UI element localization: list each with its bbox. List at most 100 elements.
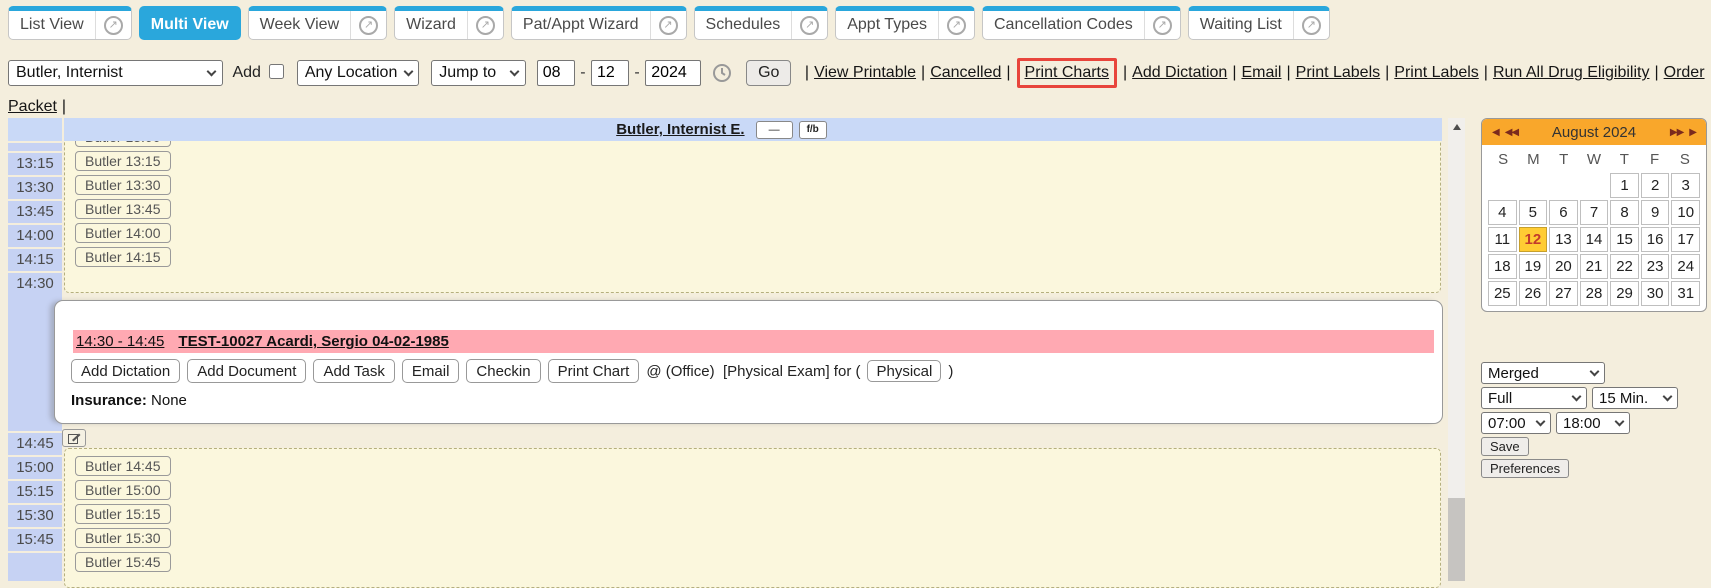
link-add-dictation[interactable]: Add Dictation — [1132, 64, 1227, 81]
checkin-button[interactable]: Checkin — [466, 359, 540, 383]
calendar-day-11[interactable]: 11 — [1488, 227, 1517, 252]
edit-slot-button[interactable] — [62, 429, 86, 447]
add-task-button[interactable]: Add Task — [313, 359, 394, 383]
calendar-day-13[interactable]: 13 — [1549, 227, 1578, 252]
appointment-patient-link[interactable]: TEST-10027 Acardi, Sergio 04-02-1985 — [178, 333, 448, 350]
preferences-button[interactable]: Preferences — [1481, 459, 1569, 478]
calendar-day-1[interactable]: 1 — [1610, 173, 1639, 198]
tab-wizard[interactable]: Wizard↗ — [394, 6, 504, 40]
minimize-button[interactable]: — — [756, 121, 793, 139]
tab-waiting-list[interactable]: Waiting List↗ — [1188, 6, 1330, 40]
add-dictation-button[interactable]: Add Dictation — [71, 359, 180, 383]
tab-icon-area[interactable]: ↗ — [1144, 11, 1180, 39]
tab-appt-types[interactable]: Appt Types↗ — [835, 6, 975, 40]
slot-button[interactable]: Butler 15:15 — [75, 504, 171, 524]
calendar-prev-month-icon[interactable]: ◀ — [1492, 127, 1499, 138]
slot-button[interactable]: Butler 14:00 — [75, 223, 171, 243]
calendar-day-30[interactable]: 30 — [1641, 281, 1670, 306]
calendar-day-16[interactable]: 16 — [1641, 227, 1670, 252]
location-select[interactable]: Any Location — [297, 60, 419, 86]
slot-button[interactable]: Butler 15:30 — [75, 528, 171, 548]
go-button[interactable]: Go — [746, 60, 791, 86]
calendar-day-3[interactable]: 3 — [1671, 173, 1700, 198]
vertical-scrollbar[interactable] — [1448, 118, 1465, 581]
tab-icon-area[interactable]: ↗ — [650, 11, 686, 39]
calendar-day-8[interactable]: 8 — [1610, 200, 1639, 225]
save-button[interactable]: Save — [1481, 437, 1529, 456]
day-end-select[interactable]: 18:00 — [1556, 412, 1630, 434]
calendar-day-15[interactable]: 15 — [1610, 227, 1639, 252]
calendar-day-10[interactable]: 10 — [1671, 200, 1700, 225]
interval-select[interactable]: 15 Min. — [1592, 387, 1678, 409]
calendar-day-19[interactable]: 19 — [1519, 254, 1548, 279]
jump-to-select[interactable]: Jump to — [431, 60, 526, 86]
calendar-day-29[interactable]: 29 — [1610, 281, 1639, 306]
calendar-day-7[interactable]: 7 — [1580, 200, 1609, 225]
appointment-type-button[interactable]: Physical — [867, 360, 941, 382]
link-run-all-drug-eligibility[interactable]: Run All Drug Eligibility — [1493, 64, 1650, 81]
calendar-day-26[interactable]: 26 — [1519, 281, 1548, 306]
slot-button[interactable]: Butler 15:00 — [75, 480, 171, 500]
add-document-button[interactable]: Add Document — [187, 359, 306, 383]
calendar-day-5[interactable]: 5 — [1519, 200, 1548, 225]
calendar-day-14[interactable]: 14 — [1580, 227, 1609, 252]
calendar-day-25[interactable]: 25 — [1488, 281, 1517, 306]
calendar-day-23[interactable]: 23 — [1641, 254, 1670, 279]
slot-button[interactable]: Butler 13:30 — [75, 175, 171, 195]
calendar-prev-year-icon[interactable]: ◀◀ — [1505, 127, 1518, 138]
date-month-input[interactable] — [537, 60, 575, 86]
tab-week-view[interactable]: Week View↗ — [248, 6, 387, 40]
calendar-next-year-icon[interactable]: ▶▶ — [1670, 127, 1683, 138]
tab-icon-area[interactable]: ↗ — [350, 11, 386, 39]
tab-cancellation-codes[interactable]: Cancellation Codes↗ — [982, 6, 1181, 40]
date-day-input[interactable] — [591, 60, 629, 86]
print-chart-button[interactable]: Print Chart — [548, 359, 640, 383]
tab-icon-area[interactable]: ↗ — [791, 11, 827, 39]
tab-multi-view[interactable]: Multi View — [139, 6, 241, 40]
calendar-day-9[interactable]: 9 — [1641, 200, 1670, 225]
slot-button[interactable]: Butler 13:45 — [75, 199, 171, 219]
clock-icon[interactable] — [712, 63, 732, 83]
view-mode-select[interactable]: Merged — [1481, 362, 1605, 384]
link-print-labels[interactable]: Print Labels — [1394, 64, 1479, 81]
tab-icon-area[interactable]: ↗ — [938, 11, 974, 39]
tab-icon-area[interactable]: ↗ — [1293, 11, 1329, 39]
link-print-labels[interactable]: Print Labels — [1296, 64, 1381, 81]
zoom-select[interactable]: Full — [1481, 387, 1587, 409]
slot-button[interactable]: Butler 13:15 — [75, 151, 171, 171]
calendar-day-6[interactable]: 6 — [1549, 200, 1578, 225]
tab-list-view[interactable]: List View↗ — [8, 6, 132, 40]
slot-button[interactable]: Butler 14:45 — [75, 456, 171, 476]
link-email[interactable]: Email — [1241, 64, 1281, 81]
date-year-input[interactable] — [645, 60, 701, 86]
calendar-day-22[interactable]: 22 — [1610, 254, 1639, 279]
link-print-charts[interactable]: Print Charts — [1025, 64, 1109, 81]
calendar-next-month-icon[interactable]: ▶ — [1689, 127, 1696, 138]
link-cancelled[interactable]: Cancelled — [930, 64, 1001, 81]
provider-select[interactable]: Butler, Internist — [8, 60, 223, 86]
calendar-day-28[interactable]: 28 — [1580, 281, 1609, 306]
tab-schedules[interactable]: Schedules↗ — [694, 6, 829, 40]
day-start-select[interactable]: 07:00 — [1481, 412, 1551, 434]
tab-icon-area[interactable]: ↗ — [467, 11, 503, 39]
calendar-day-20[interactable]: 20 — [1549, 254, 1578, 279]
calendar-day-4[interactable]: 4 — [1488, 200, 1517, 225]
calendar-day-27[interactable]: 27 — [1549, 281, 1578, 306]
calendar-day-17[interactable]: 17 — [1671, 227, 1700, 252]
tab-pat-appt-wizard[interactable]: Pat/Appt Wizard↗ — [511, 6, 687, 40]
fb-button[interactable]: f/b — [799, 121, 827, 139]
email-button[interactable]: Email — [402, 359, 460, 383]
scrollbar-thumb[interactable] — [1448, 498, 1465, 581]
link-view-printable[interactable]: View Printable — [814, 64, 916, 81]
slot-button[interactable]: Butler 15:45 — [75, 552, 171, 572]
calendar-day-12[interactable]: 12 — [1519, 227, 1548, 252]
calendar-day-24[interactable]: 24 — [1671, 254, 1700, 279]
provider-header-link[interactable]: Butler, Internist E. — [616, 121, 744, 138]
calendar-day-21[interactable]: 21 — [1580, 254, 1609, 279]
appointment-time-link[interactable]: 14:30 - 14:45 — [76, 333, 164, 350]
add-checkbox[interactable] — [269, 64, 284, 79]
calendar-day-18[interactable]: 18 — [1488, 254, 1517, 279]
slot-button[interactable]: Butler 14:15 — [75, 247, 171, 267]
calendar-day-31[interactable]: 31 — [1671, 281, 1700, 306]
calendar-day-2[interactable]: 2 — [1641, 173, 1670, 198]
